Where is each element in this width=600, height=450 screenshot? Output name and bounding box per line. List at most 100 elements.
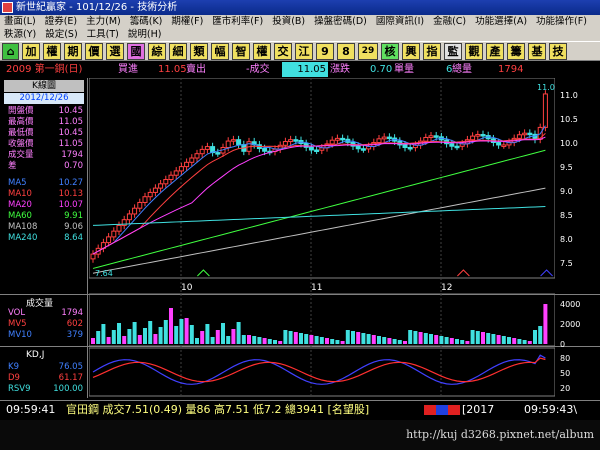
candlestick-chart[interactable]: 7.64 11.05 10 11 12 — [89, 78, 555, 398]
toolbar-button[interactable]: 指 — [423, 43, 441, 60]
menu-item[interactable]: 說明(H) — [128, 29, 162, 40]
toolbar-button[interactable]: 交 — [274, 43, 292, 60]
volume-bar — [195, 338, 199, 344]
market-bar — [424, 405, 460, 415]
volume-bar — [111, 330, 116, 344]
volume-bar — [267, 339, 272, 344]
last-value: 11.05 — [282, 62, 328, 77]
volume-bar — [278, 341, 283, 344]
y-axis-label: 10.5 — [560, 115, 578, 125]
toolbar-button[interactable]: 產 — [486, 43, 504, 60]
toolbar-button[interactable]: 選 — [106, 43, 124, 60]
toolbar-button[interactable]: 9 — [316, 43, 334, 60]
menu-item[interactable]: 秩源(Y) — [4, 29, 36, 40]
volume-bar — [314, 336, 319, 344]
home-icon[interactable]: ⌂ — [2, 43, 19, 60]
toolbar-button[interactable]: 期 — [64, 43, 82, 60]
price-frame — [89, 78, 555, 279]
stat-label: 收盤價 — [8, 139, 34, 149]
candle-body — [168, 174, 174, 181]
stat-label: VOL — [8, 308, 26, 318]
menu-row-1: 畫面(L) 證券(E) 主力(M) 籌碼(K) 期權(F) 匯市利率(F) 投資(B) 操盤密… — [4, 15, 596, 28]
menu-item[interactable]: 國際資訊(I) — [376, 16, 424, 27]
candle-body — [90, 253, 96, 260]
candle-body — [449, 143, 455, 147]
volume-bar — [127, 329, 132, 344]
toolbar-button[interactable]: 籌 — [507, 43, 525, 60]
toolbar-button[interactable]: 權 — [253, 43, 271, 60]
volume-bar — [403, 341, 407, 344]
toolbar-button[interactable]: 細 — [169, 43, 187, 60]
toolbar-button[interactable]: 興 — [402, 43, 420, 60]
toolbar-button[interactable]: 綜 — [148, 43, 166, 60]
volume-bar — [538, 326, 543, 344]
toolbar-button[interactable]: 江 — [295, 43, 313, 60]
price-high-label: 11.05 — [537, 83, 555, 92]
toolbar-button[interactable]: 價 — [85, 43, 103, 60]
volume-bar — [512, 338, 517, 344]
toolbar-button[interactable]: 權 — [43, 43, 61, 60]
volume-bar — [148, 321, 153, 344]
volume-bar — [215, 330, 220, 344]
toolbar-button[interactable]: 29 — [358, 43, 378, 60]
volume-bar — [288, 331, 293, 344]
stat-label: 差 — [8, 161, 17, 171]
volume-bar — [179, 319, 184, 344]
d-line — [92, 357, 546, 383]
volume-bar — [382, 337, 387, 344]
stat-label: 最高價 — [8, 117, 34, 127]
menu-item[interactable]: 金融(C) — [433, 16, 466, 27]
volume-bar — [106, 337, 111, 344]
volume-bar — [101, 324, 106, 344]
toolbar-button[interactable]: 類 — [190, 43, 208, 60]
menu-item[interactable]: 功能選擇(A) — [475, 16, 527, 27]
toolbar-button[interactable]: 觀 — [465, 43, 483, 60]
toolbar-button[interactable]: 基 — [528, 43, 546, 60]
menu-item[interactable]: 籌碼(K) — [130, 16, 163, 27]
volume-bar — [444, 337, 449, 344]
menu-item[interactable]: 操盤密碼(D) — [314, 16, 367, 27]
volume-bar — [273, 340, 277, 344]
signal-marker — [197, 269, 210, 277]
toolbar-button[interactable]: 監 — [444, 43, 462, 60]
menu-item[interactable]: 工具(T) — [87, 29, 119, 40]
toolbar-button[interactable]: 國 — [127, 43, 145, 60]
toolbar-button[interactable]: 技 — [549, 43, 567, 60]
menu-item[interactable]: 期權(F) — [171, 16, 203, 27]
index-label: [2017 — [462, 403, 495, 416]
volume-bar — [507, 337, 511, 344]
stat-label: 最低價 — [8, 128, 34, 138]
candle-body — [236, 139, 242, 146]
volume-bar — [470, 330, 475, 344]
price-low-label: 7.64 — [95, 269, 113, 278]
candle-body — [386, 136, 392, 140]
toolbar-button[interactable]: 加 — [22, 43, 40, 60]
toolbar-button[interactable]: 幅 — [211, 43, 229, 60]
toolbar-button[interactable]: 核 — [381, 43, 399, 60]
menu-item[interactable]: 設定(S) — [45, 29, 77, 40]
candle-body — [407, 146, 413, 150]
status-bar: 09:59:41 官田鋼 成交7.51(0.49) 量86 高7.51 低7.2… — [0, 400, 600, 418]
volume-bar — [304, 334, 309, 344]
volume-bar — [247, 335, 251, 344]
menu-item[interactable]: 功能操作(F) — [536, 16, 587, 27]
toolbar-button[interactable]: 智 — [232, 43, 250, 60]
candle-body — [308, 146, 314, 151]
menu-item[interactable]: 主力(M) — [86, 16, 121, 27]
menu-item[interactable]: 證券(E) — [45, 16, 77, 27]
stat-value: 1794 — [61, 150, 83, 160]
volume-bar — [449, 338, 454, 344]
menu-item[interactable]: 投資(B) — [272, 16, 305, 27]
toolbar-button[interactable]: 8 — [337, 43, 355, 60]
y-axis-label: 2000 — [560, 320, 581, 329]
stat-label: MA10 — [8, 189, 32, 199]
stat-label: MA60 — [8, 211, 32, 221]
volume-bar — [397, 340, 402, 344]
candle-body — [282, 141, 288, 146]
volume-bar — [439, 336, 444, 344]
volume-bar — [132, 322, 137, 344]
candle-body — [433, 135, 439, 138]
stat-label: MA108 — [8, 222, 38, 232]
menu-item[interactable]: 畫面(L) — [4, 16, 36, 27]
menu-item[interactable]: 匯市利率(F) — [212, 16, 263, 27]
